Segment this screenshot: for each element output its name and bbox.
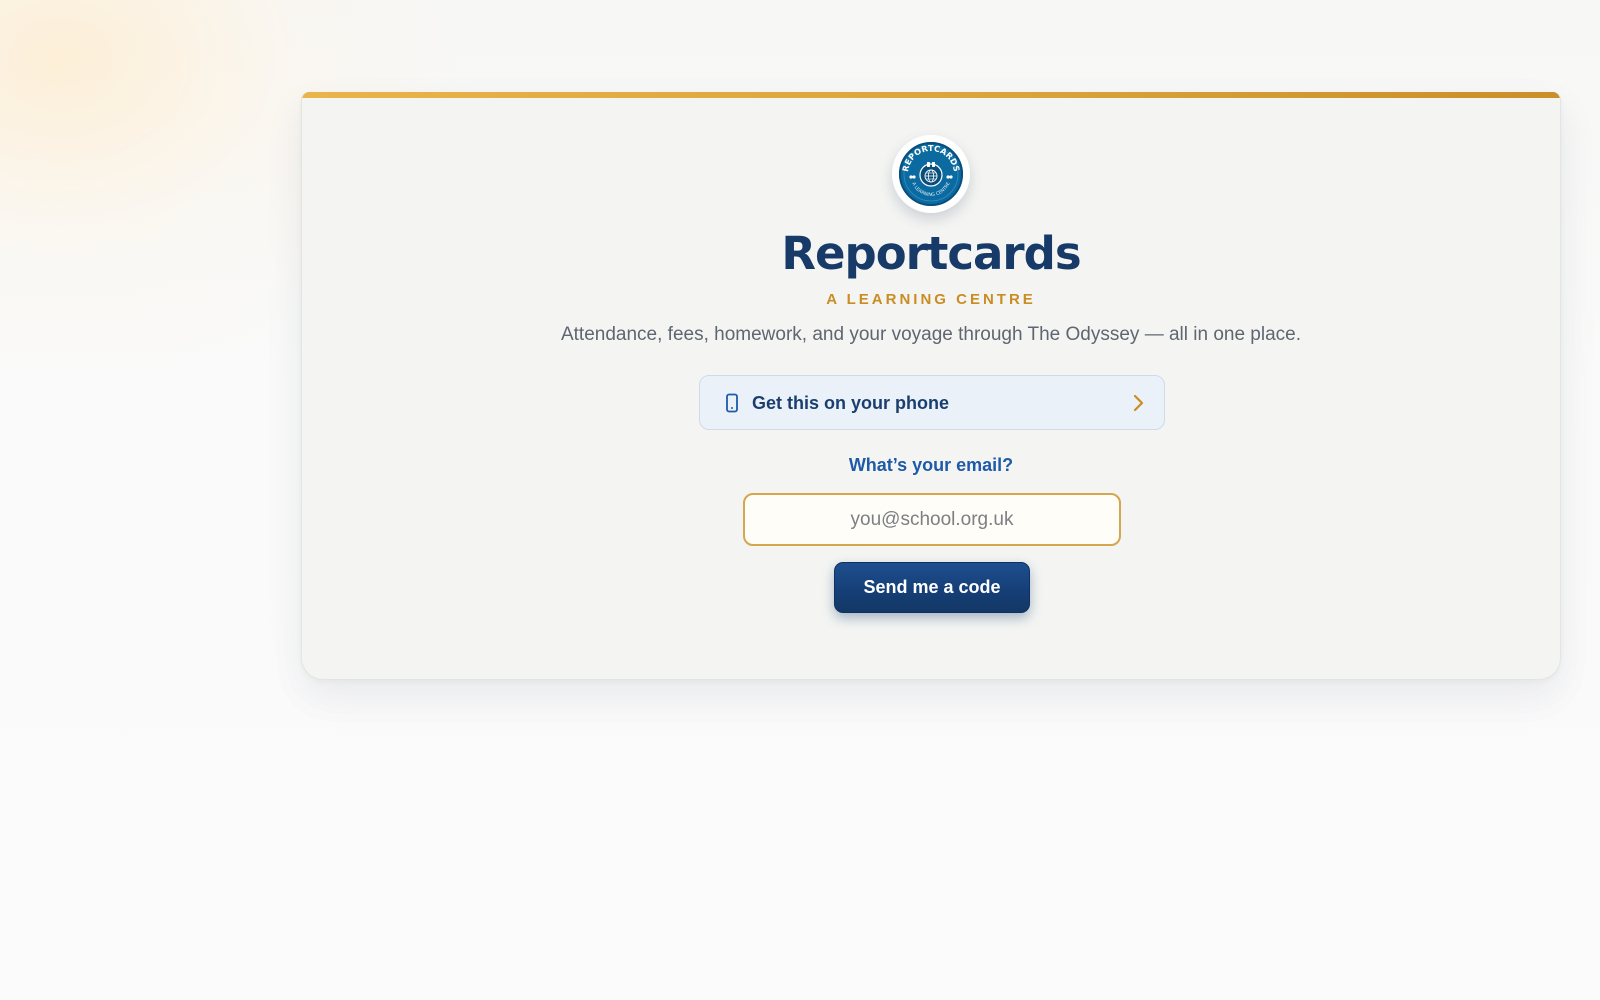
chevron-right-icon [1133, 394, 1144, 412]
brand-tagline: Attendance, fees, homework, and your voy… [560, 324, 1302, 345]
brand-subtitle: A LEARNING CENTRE [826, 291, 1036, 308]
brand-title: Reportcards [781, 227, 1081, 280]
email-label: What’s your email? [848, 455, 1014, 475]
logo-emblem: REPORTCARDS A LEARNING CENTRE [896, 139, 966, 209]
get-app-label: Get this on your phone [752, 393, 949, 413]
reportcards-logo: REPORTCARDS A LEARNING CENTRE [892, 135, 970, 213]
card-accent-bar [302, 92, 1560, 98]
email-field[interactable] [743, 493, 1121, 546]
phone-icon [726, 393, 738, 413]
get-app-banner[interactable]: Get this on your phone [699, 375, 1165, 430]
send-code-button[interactable]: Send me a code [834, 562, 1030, 613]
login-card: REPORTCARDS A LEARNING CENTRE Reportcard… [301, 92, 1561, 680]
